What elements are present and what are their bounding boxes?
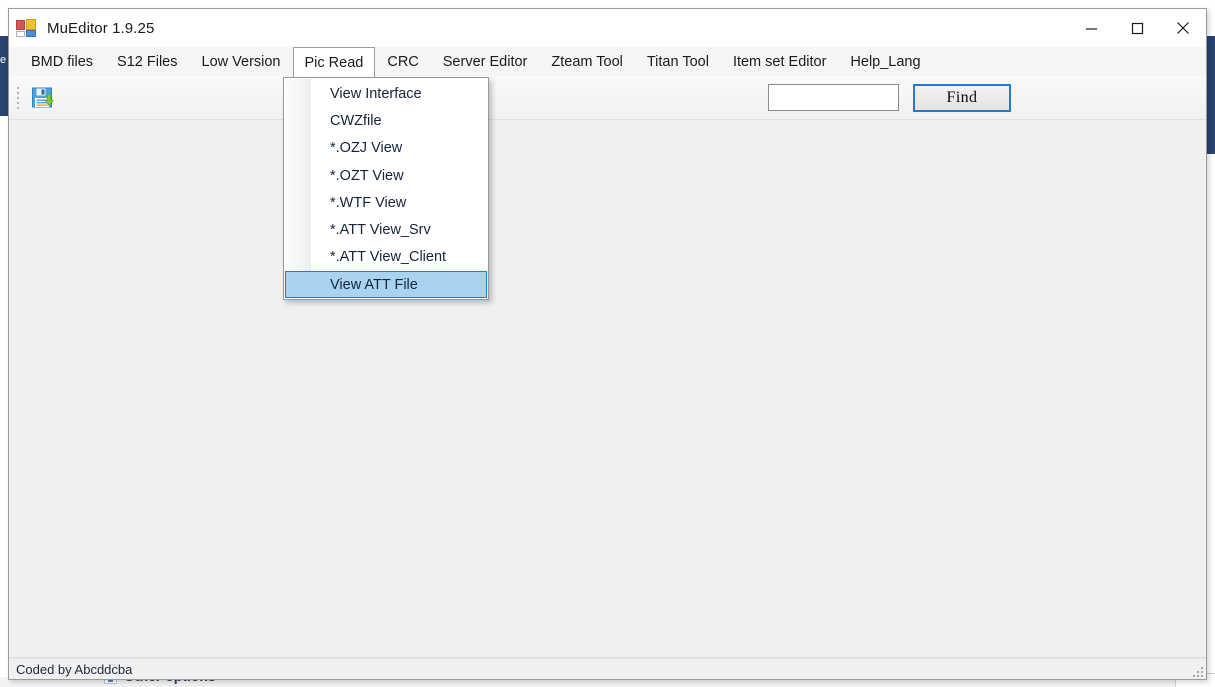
menu-item-titan-tool[interactable]: Titan Tool xyxy=(635,47,721,76)
menu-bar: BMD files S12 Files Low Version Pic Read… xyxy=(9,47,1206,77)
minimize-icon[interactable] xyxy=(1068,9,1114,47)
menu-label: Low Version xyxy=(201,54,281,70)
dropdown-item-label: CWZfile xyxy=(330,112,382,129)
status-bar-text: Coded by Abcddcba xyxy=(16,661,133,677)
close-icon[interactable] xyxy=(1160,9,1206,47)
menu-label: Zteam Tool xyxy=(551,54,623,70)
menu-label: Item set Editor xyxy=(732,54,827,70)
find-area: Find xyxy=(768,83,1206,112)
find-input[interactable] xyxy=(768,84,899,111)
window-title: MuEditor 1.9.25 xyxy=(47,19,155,37)
menu-item-help-lang[interactable]: Help_Lang xyxy=(838,47,932,76)
menu-item-zteam-tool[interactable]: Zteam Tool xyxy=(539,47,634,76)
menu-label: CRC xyxy=(387,54,419,70)
menu-item-item-set-editor[interactable]: Item set Editor xyxy=(721,47,838,76)
dropdown-item-wtf-view[interactable]: *.WTF View xyxy=(285,189,487,216)
client-area xyxy=(9,120,1206,658)
dropdown-item-att-view-client[interactable]: *.ATT View_Client xyxy=(285,244,487,271)
menu-label: Server Editor xyxy=(442,54,528,70)
window-controls xyxy=(1068,9,1206,47)
dropdown-item-label: *.ATT View_Client xyxy=(330,249,447,266)
menu-label: Help_Lang xyxy=(850,54,921,70)
menu-label: S12 Files xyxy=(117,54,178,70)
menu-label: Pic Read xyxy=(304,54,364,71)
dropdown-item-ozt-view[interactable]: *.OZT View xyxy=(285,162,487,189)
app-logo-icon xyxy=(16,19,36,37)
menu-item-s12-files[interactable]: S12 Files xyxy=(105,47,189,76)
dropdown-item-cwzfile[interactable]: CWZfile xyxy=(285,107,487,134)
dropdown-item-label: *.ATT View_Srv xyxy=(330,222,431,239)
maximize-icon[interactable] xyxy=(1114,9,1160,47)
dropdown-item-label: *.OZT View xyxy=(330,167,404,184)
dropdown-item-view-interface[interactable]: View Interface xyxy=(285,80,487,107)
status-bar: Coded by Abcddcba xyxy=(9,658,1206,679)
dropdown-item-label: *.OZJ View xyxy=(330,140,403,157)
find-button[interactable]: Find xyxy=(913,83,1011,112)
dropdown-item-label: View Interface xyxy=(330,85,422,102)
dropdown-item-att-view-srv[interactable]: *.ATT View_Srv xyxy=(285,216,487,243)
dropdown-item-label: View ATT File xyxy=(330,276,418,293)
resize-grip[interactable] xyxy=(1190,664,1203,677)
toolbar: Find xyxy=(9,76,1206,120)
save-floppy-download-icon[interactable] xyxy=(26,81,60,115)
menu-item-crc[interactable]: CRC xyxy=(375,47,430,76)
dropdown-item-ozj-view[interactable]: *.OZJ View xyxy=(285,135,487,162)
menu-item-low-version[interactable]: Low Version xyxy=(190,47,293,76)
toolbar-grip-handle[interactable] xyxy=(13,85,22,111)
menu-item-pic-read[interactable]: Pic Read xyxy=(292,47,376,77)
dropdown-item-view-att-file[interactable]: View ATT File xyxy=(285,271,487,299)
menu-item-server-editor[interactable]: Server Editor xyxy=(431,47,540,76)
menu-label: Titan Tool xyxy=(646,54,709,70)
dropdown-item-label: *.WTF View xyxy=(330,194,407,211)
menu-item-bmd-files[interactable]: BMD files xyxy=(19,47,105,76)
menu-label: BMD files xyxy=(31,54,94,70)
pic-read-dropdown-menu: View Interface CWZfile *.OZJ View *.OZT … xyxy=(283,77,489,301)
mueditor-window: MuEditor 1.9.25 BMD files S12 Files Low … xyxy=(8,8,1207,680)
title-bar[interactable]: MuEditor 1.9.25 xyxy=(9,9,1206,47)
